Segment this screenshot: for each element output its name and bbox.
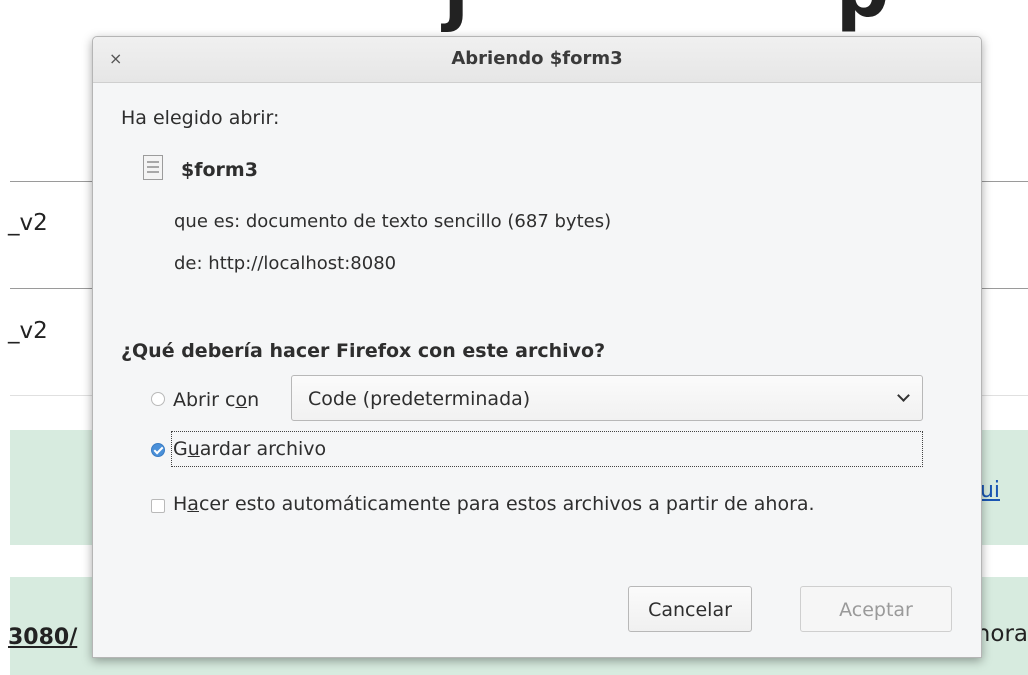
- table-cell: _v2: [8, 210, 48, 236]
- table-cell: _v2: [8, 318, 48, 344]
- intro-text: Ha elegido abrir:: [121, 107, 280, 129]
- download-dialog: × Abriendo $form3 Ha elegido abrir: $for…: [92, 36, 982, 658]
- background-page-title: · · · · j · · · · · p: [180, 0, 895, 34]
- file-type-line: que es: documento de texto sencillo (687…: [174, 211, 612, 232]
- save-file-label[interactable]: Guardar archivo: [173, 438, 326, 460]
- selected-app: Code (predeterminada): [308, 388, 531, 410]
- action-question: ¿Qué debería hacer Firefox con este arch…: [121, 340, 606, 362]
- background-url-link[interactable]: 3080/: [8, 625, 77, 650]
- cancel-button[interactable]: Cancelar: [628, 586, 752, 632]
- auto-action-label[interactable]: Hacer esto automáticamente para estos ar…: [173, 493, 815, 515]
- chevron-down-icon: [897, 389, 910, 402]
- open-with-radio[interactable]: [151, 392, 165, 406]
- dialog-title: Abriendo $form3: [451, 48, 623, 69]
- background-text: hora: [975, 621, 1028, 647]
- save-file-radio[interactable]: [151, 443, 165, 457]
- accept-button[interactable]: Aceptar: [800, 586, 952, 632]
- background-link[interactable]: ui: [980, 478, 1000, 503]
- file-name: $form3: [181, 159, 258, 181]
- file-source-line: de: http://localhost:8080: [174, 253, 397, 274]
- dialog-titlebar: × Abriendo $form3: [93, 37, 981, 83]
- auto-action-checkbox[interactable]: [151, 499, 165, 513]
- open-with-app-select[interactable]: Code (predeterminada): [291, 375, 923, 421]
- text-file-icon: [143, 155, 163, 180]
- open-with-label[interactable]: Abrir con: [173, 389, 259, 411]
